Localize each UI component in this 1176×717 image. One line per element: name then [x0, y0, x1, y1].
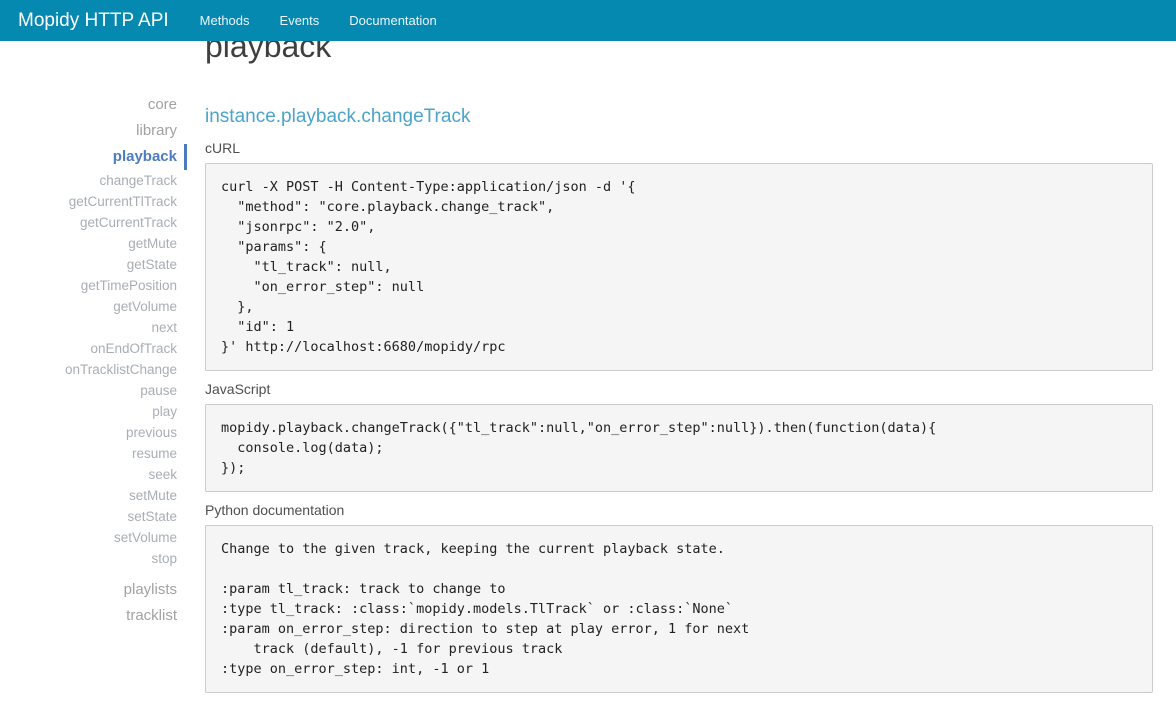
nav-item-events[interactable]: Events — [265, 0, 335, 41]
sidebar-item-pause[interactable]: pause — [0, 380, 187, 401]
sidebar-item-tracklist[interactable]: tracklist — [0, 603, 187, 629]
sidebar-item-core[interactable]: core — [0, 92, 187, 118]
sidebar-item-resume[interactable]: resume — [0, 443, 187, 464]
sidebar-item-setmute[interactable]: setMute — [0, 485, 187, 506]
header-nav: Methods Events Documentation — [185, 0, 452, 41]
code-block: mopidy.playback.changeTrack({"tl_track":… — [205, 404, 1153, 492]
method-section-title[interactable]: instance.playback.changeTrack — [205, 104, 1153, 129]
main-content: playback instance.playback.changeTrack c… — [205, 25, 1153, 717]
sidebar-item-playback[interactable]: playback — [0, 144, 187, 170]
sidebar-item-onendoftrack[interactable]: onEndOfTrack — [0, 338, 187, 359]
brand-title[interactable]: Mopidy HTTP API — [0, 10, 169, 32]
code-section-python-documentation: Python documentation Change to the given… — [205, 501, 1153, 693]
sidebar-item-ontracklistchange[interactable]: onTracklistChange — [0, 359, 187, 380]
sidebar-item-setstate[interactable]: setState — [0, 506, 187, 527]
code-block: Change to the given track, keeping the c… — [205, 525, 1153, 693]
sidebar-item-playlists[interactable]: playlists — [0, 577, 187, 603]
code-section-curl: cURL curl -X POST -H Content-Type:applic… — [205, 139, 1153, 371]
sidebar-item-changetrack[interactable]: changeTrack — [0, 170, 187, 191]
sidebar-item-getmute[interactable]: getMute — [0, 233, 187, 254]
code-section-javascript: JavaScript mopidy.playback.changeTrack({… — [205, 380, 1153, 492]
nav-item-documentation[interactable]: Documentation — [334, 0, 451, 41]
sidebar-item-library[interactable]: library — [0, 118, 187, 144]
sidebar-item-stop[interactable]: stop — [0, 548, 187, 569]
sidebar-item-getcurrenttrack[interactable]: getCurrentTrack — [0, 212, 187, 233]
sidebar-item-play[interactable]: play — [0, 401, 187, 422]
code-section-label: JavaScript — [205, 380, 1153, 399]
sidebar-item-previous[interactable]: previous — [0, 422, 187, 443]
sidebar-item-seek[interactable]: seek — [0, 464, 187, 485]
sidebar-item-next[interactable]: next — [0, 317, 187, 338]
header-bar: Mopidy HTTP API Methods Events Documenta… — [0, 0, 1176, 41]
code-block: curl -X POST -H Content-Type:application… — [205, 163, 1153, 371]
code-sections: cURL curl -X POST -H Content-Type:applic… — [205, 139, 1153, 693]
code-section-label: Python documentation — [205, 501, 1153, 520]
sidebar-item-gettimeposition[interactable]: getTimePosition — [0, 275, 187, 296]
sidebar-nav: core library playback changeTrack getCur… — [0, 92, 187, 629]
sidebar-item-getstate[interactable]: getState — [0, 254, 187, 275]
sidebar-item-getvolume[interactable]: getVolume — [0, 296, 187, 317]
sidebar-item-getcurrenttltrack[interactable]: getCurrentTlTrack — [0, 191, 187, 212]
code-section-label: cURL — [205, 139, 1153, 158]
nav-item-methods[interactable]: Methods — [185, 0, 265, 41]
sidebar-item-setvolume[interactable]: setVolume — [0, 527, 187, 548]
